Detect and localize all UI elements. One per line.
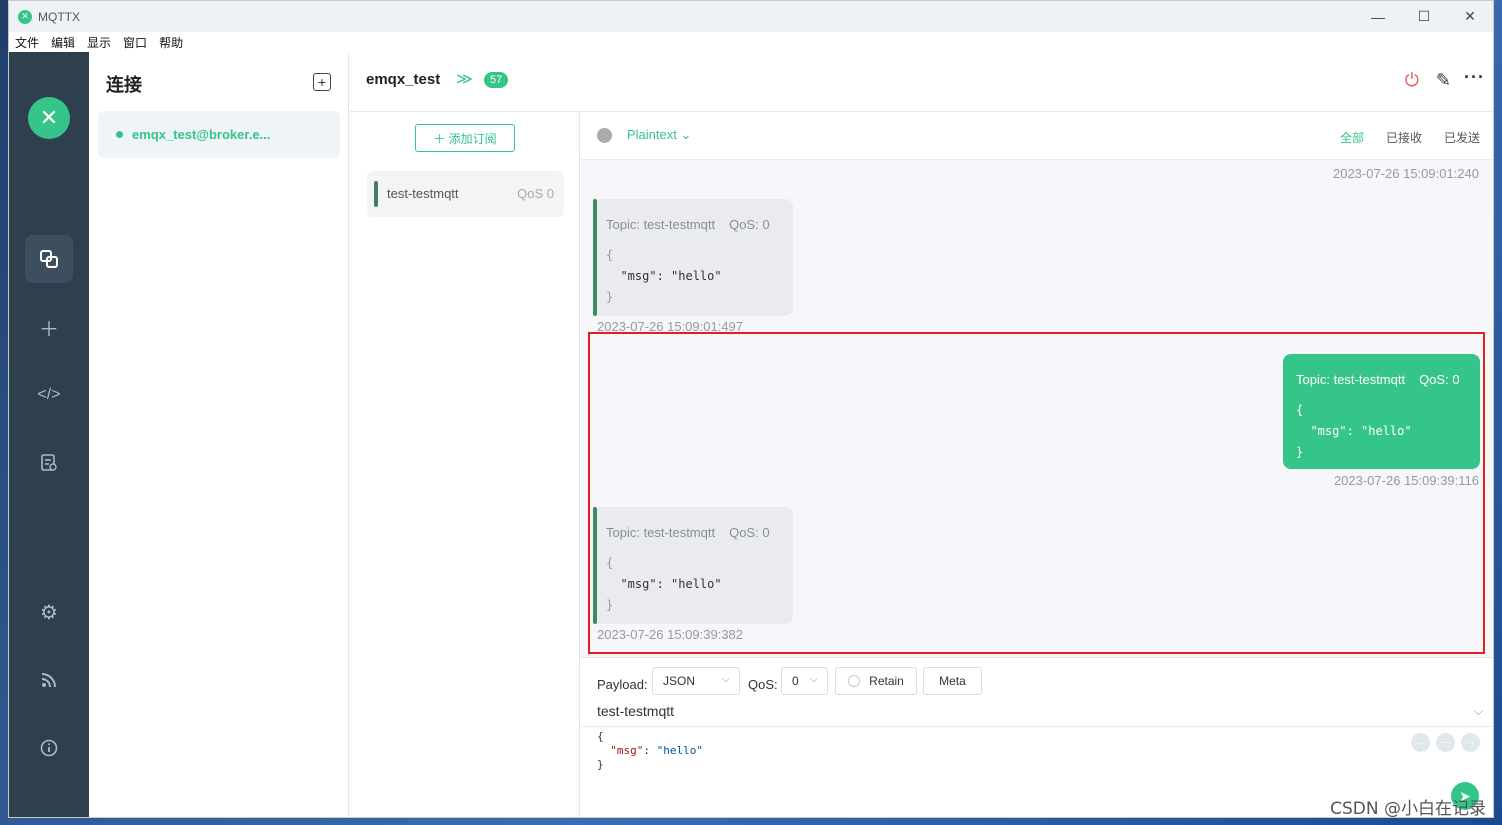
- received-message[interactable]: Topic: test-testmqtt QoS: 0 { "msg": "hel…: [593, 199, 793, 316]
- tab-sent[interactable]: 已发送: [1444, 129, 1480, 146]
- rss-icon[interactable]: [25, 656, 73, 704]
- retain-label: Retain: [869, 674, 904, 688]
- connections-icon[interactable]: [25, 235, 73, 283]
- title-bar: ✕ MQTTX — ☐ ✕: [9, 1, 1493, 32]
- message-qos: QoS: 0: [729, 217, 770, 232]
- menu-edit[interactable]: 编辑: [51, 34, 75, 51]
- message-filter-bar: Plaintext ⌄ 全部 已接收 已发送: [581, 113, 1493, 160]
- retain-toggle[interactable]: Retain: [835, 667, 917, 695]
- message-header: Topic: test-testmqtt QoS: 0: [606, 217, 770, 232]
- next-icon[interactable]: →: [1461, 733, 1480, 752]
- connected-status-icon: [116, 131, 123, 138]
- connection-header: emqx_test ≫ 57 ⏻ ✎ ···: [350, 52, 1493, 112]
- app-logo-icon: ✕: [18, 9, 32, 24]
- connections-panel: 连接 + emqx_test@broker.e...: [89, 52, 349, 817]
- clear-icon[interactable]: —: [1436, 733, 1455, 752]
- message-topic: Topic: test-testmqtt: [606, 217, 716, 232]
- subscription-topic: test-testmqtt: [387, 186, 459, 201]
- message-timestamp: 2023-07-26 15:09:01:240: [1332, 166, 1479, 181]
- new-connection-button[interactable]: +: [313, 73, 331, 91]
- connections-title: 连接: [106, 75, 142, 95]
- more-icon[interactable]: ···: [1464, 67, 1485, 88]
- mqttx-logo-icon: ✕: [28, 97, 70, 139]
- info-icon[interactable]: [25, 724, 73, 772]
- connection-item[interactable]: emqx_test@broker.e...: [98, 111, 340, 158]
- qos-label: QoS:: [748, 677, 778, 692]
- publish-topic-input[interactable]: test-testmqtt: [597, 703, 674, 719]
- subscription-color-bar: [374, 181, 378, 207]
- menu-help[interactable]: 帮助: [159, 34, 183, 51]
- payload-format-select[interactable]: Plaintext ⌄: [627, 127, 691, 143]
- message-color-bar: [593, 199, 597, 316]
- annotation-highlight-box: [588, 332, 1485, 654]
- meta-button[interactable]: Meta: [923, 667, 982, 695]
- watermark: CSDN @小白在记录: [1330, 799, 1486, 819]
- app-window: ✕ MQTTX — ☐ ✕ 文件 编辑 显示 窗口 帮助 ✕ ＋ </> ⚙ 连…: [8, 0, 1494, 818]
- menu-view[interactable]: 显示: [87, 34, 111, 51]
- disconnect-icon[interactable]: ⏻: [1405, 70, 1419, 91]
- payload-format-dropdown[interactable]: JSON ⌵: [652, 667, 740, 695]
- minimize-button[interactable]: —: [1355, 1, 1401, 32]
- subscriptions-panel: ＋ 添加订阅 test-testmqtt QoS 0: [350, 113, 580, 817]
- add-connection-icon[interactable]: ＋: [25, 303, 73, 351]
- subscription-qos: QoS 0: [517, 186, 554, 201]
- collapse-chevron-icon[interactable]: ≫: [456, 69, 473, 89]
- menu-bar: 文件 编辑 显示 窗口 帮助: [9, 32, 1493, 52]
- app-title: MQTTX: [38, 9, 80, 24]
- status-dot-icon: [597, 128, 612, 143]
- previous-icon[interactable]: ←: [1411, 733, 1430, 752]
- main-area: emqx_test ≫ 57 ⏻ ✎ ··· ＋ 添加订阅 test-testm…: [350, 52, 1493, 817]
- script-icon[interactable]: </>: [25, 371, 73, 419]
- radio-icon: [848, 675, 861, 687]
- connection-title: emqx_test: [366, 71, 441, 88]
- menu-window[interactable]: 窗口: [123, 34, 147, 51]
- tab-all[interactable]: 全部: [1340, 129, 1364, 146]
- connection-name: emqx_test@broker.e...: [132, 127, 271, 142]
- message-payload: { "msg": "hello" }: [606, 248, 722, 304]
- payload-format-value: JSON: [663, 674, 696, 688]
- chevron-down-icon[interactable]: ⌵: [1474, 704, 1483, 719]
- message-count-badge: 57: [484, 72, 509, 88]
- chevron-down-icon: ⌵: [721, 673, 730, 685]
- settings-icon[interactable]: ⚙: [25, 588, 73, 636]
- window-controls: — ☐ ✕: [1355, 1, 1493, 32]
- message-tabs: 全部 已接收 已发送: [1318, 129, 1480, 146]
- log-icon[interactable]: [25, 439, 73, 487]
- subscription-item[interactable]: test-testmqtt QoS 0: [367, 171, 564, 217]
- sidebar: ✕ ＋ </> ⚙: [9, 52, 89, 817]
- add-subscription-button[interactable]: ＋ 添加订阅: [415, 124, 515, 152]
- maximize-button[interactable]: ☐: [1401, 1, 1447, 32]
- close-button[interactable]: ✕: [1447, 1, 1493, 32]
- qos-dropdown[interactable]: 0 ⌵: [781, 667, 828, 695]
- divider: [581, 726, 1493, 727]
- payload-editor[interactable]: { "msg": "hello" }: [597, 730, 703, 772]
- chevron-down-icon: ⌵: [809, 673, 818, 685]
- tab-received[interactable]: 已接收: [1386, 129, 1422, 146]
- menu-file[interactable]: 文件: [15, 34, 39, 51]
- edit-icon[interactable]: ✎: [1436, 70, 1451, 91]
- qos-value: 0: [792, 674, 799, 688]
- payload-label: Payload:: [597, 677, 648, 692]
